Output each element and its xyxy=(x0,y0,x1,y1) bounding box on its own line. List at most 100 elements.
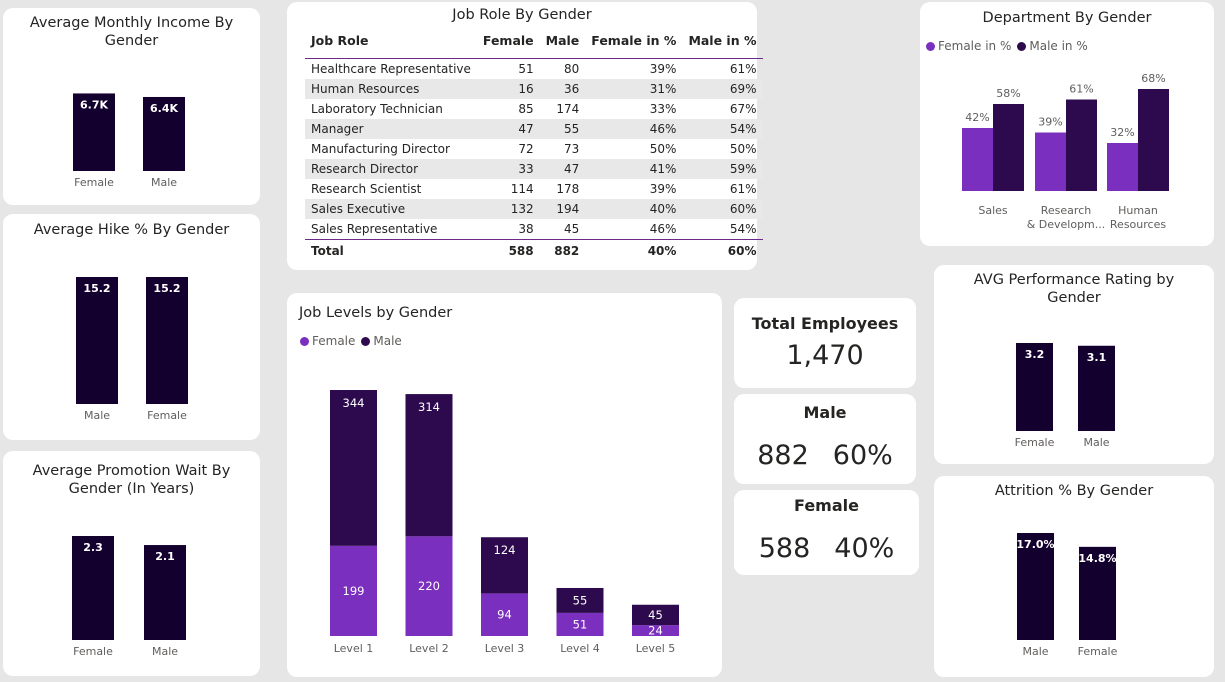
income-card: Average Monthly Income By Gender 6.7K Fem… xyxy=(3,8,260,205)
category-label: Female xyxy=(147,409,187,422)
col-female[interactable]: Female xyxy=(477,28,540,59)
category-label: Male xyxy=(1022,645,1048,658)
department-chart: 42% 58% Sales 39% 61% Research& Developm... 32… xyxy=(962,72,1169,231)
male-count: 882 xyxy=(757,440,809,471)
cell-male-pct: 61% xyxy=(729,182,757,196)
cell-male-pct: 54% xyxy=(729,222,757,236)
table-header-row: Job Role Female Male Female in % Male in… xyxy=(305,28,763,59)
total-female: 588 xyxy=(476,239,540,261)
cell-role: Human Resources xyxy=(305,79,477,99)
bar-male[interactable] xyxy=(1138,89,1169,191)
cell-male-pct: 61% xyxy=(682,58,763,79)
category-label: Female xyxy=(1078,645,1118,658)
performance-chart: 3.2 Female 3.1 Male xyxy=(1015,343,1115,449)
bar-male[interactable] xyxy=(1066,99,1097,192)
bar-female[interactable] xyxy=(962,128,993,191)
col-male[interactable]: Male xyxy=(540,28,586,59)
category-label: Female xyxy=(74,176,114,189)
category-label: Research xyxy=(1041,204,1091,217)
job-role-card: Job Role By Gender Job Role Female Male … xyxy=(287,2,763,270)
table-row[interactable]: Research Director 33 47 41% 59% xyxy=(305,159,763,179)
data-label: 14.8% xyxy=(1078,552,1116,565)
col-female-pct[interactable]: Female in % xyxy=(585,28,682,59)
cell-male-pct: 69% xyxy=(682,79,763,99)
table-row[interactable]: Sales Representative 38 45 46% 54% xyxy=(305,219,763,240)
data-label: 15.2 xyxy=(83,282,110,295)
cell-male-pct: 60% xyxy=(682,199,763,219)
male-kpi-card: Male 882 60% xyxy=(734,394,916,484)
data-label: 32% xyxy=(1110,126,1134,139)
category-label: Male xyxy=(84,409,110,422)
job-levels-card: Job Levels by Gender Female Male 199 344 Le… xyxy=(287,293,722,677)
cell-role: Manager xyxy=(305,119,477,139)
data-label: 6.4K xyxy=(150,102,178,115)
data-label: 2.3 xyxy=(83,541,103,554)
category-label: Level 3 xyxy=(485,642,525,655)
table-total-row: Total 588 882 40% 60% xyxy=(305,239,763,261)
data-label: 42% xyxy=(965,111,989,124)
category-label: Female xyxy=(1015,436,1055,449)
cell-male: 174 xyxy=(556,102,580,116)
job-levels-chart: 199 344 Level 1 220 314 Level 2 94 124 Level 3 51… xyxy=(330,390,679,655)
cell-female-pct: 41% xyxy=(585,159,683,179)
cell-male: 178 xyxy=(556,182,580,196)
data-label: 3.1 xyxy=(1087,351,1107,364)
bar-male[interactable] xyxy=(993,104,1024,191)
category-label: Level 2 xyxy=(409,642,449,655)
cell-male: 45 xyxy=(564,222,580,236)
bar-male[interactable] xyxy=(330,390,377,546)
table-row[interactable]: Healthcare Representative 51 80 39% 61% xyxy=(305,58,763,79)
data-label: 58% xyxy=(996,87,1020,100)
table-row[interactable]: Human Resources 16 36 31% 69% xyxy=(305,79,763,99)
cell-male-pct: 67% xyxy=(729,102,757,116)
category-label: Human xyxy=(1118,204,1158,217)
col-male-pct[interactable]: Male in % xyxy=(682,28,762,59)
cell-female: 47 xyxy=(476,119,540,139)
department-card: Department By Gender Female in % Male in … xyxy=(920,2,1214,246)
promotion-card: Average Promotion Wait By Gender (In Yea… xyxy=(3,451,260,676)
cell-female: 85 xyxy=(518,102,534,116)
table-row[interactable]: Research Scientist 114 178 39% 61% xyxy=(305,179,763,199)
data-label: 15.2 xyxy=(153,282,180,295)
bar-female[interactable] xyxy=(1107,143,1138,191)
col-job-role[interactable]: Job Role xyxy=(305,28,477,59)
category-label: Level 4 xyxy=(560,642,600,655)
bar[interactable] xyxy=(76,277,118,404)
data-label-male: 55 xyxy=(573,593,588,607)
category-label: Level 1 xyxy=(334,642,374,655)
total-male: 882 xyxy=(539,239,586,261)
female-pct: 40% xyxy=(834,533,895,564)
hike-card: Average Hike % By Gender 15.2 Male 15.2 Fem… xyxy=(3,214,260,440)
cell-female-pct: 46% xyxy=(649,222,677,236)
data-label-female: 51 xyxy=(573,617,588,631)
category-label: Resources xyxy=(1110,218,1166,231)
cell-role: Sales Executive xyxy=(305,199,477,219)
performance-card: AVG Performance Rating by Gender 3.2 Fema… xyxy=(934,265,1214,464)
table-row[interactable]: Manufacturing Director 72 73 50% 50% xyxy=(305,139,763,159)
cell-female: 132 xyxy=(476,199,540,219)
bar-male[interactable] xyxy=(405,394,453,537)
cell-male: 194 xyxy=(539,199,586,219)
total-employees-card: Total Employees 1,470 xyxy=(734,298,916,388)
female-kpi-values: 588 40% xyxy=(734,533,919,564)
total-male-pct: 60% xyxy=(682,239,763,261)
cell-male: 80 xyxy=(539,58,586,79)
female-kpi-card: Female 588 40% xyxy=(734,490,919,575)
cell-female-pct: 33% xyxy=(649,102,677,116)
category-label: Level 5 xyxy=(636,642,676,655)
bar[interactable] xyxy=(146,277,188,404)
male-kpi-title: Male xyxy=(803,403,847,422)
cell-female: 51 xyxy=(476,58,540,79)
table-row[interactable]: Sales Executive 132 194 40% 60% xyxy=(305,199,763,219)
job-role-table: Job Role Female Male Female in % Male in… xyxy=(305,28,763,261)
total-female-pct: 40% xyxy=(585,239,683,261)
table-row[interactable]: Manager 47 55 46% 54% xyxy=(305,119,763,139)
category-label: Female xyxy=(73,645,113,658)
cell-male-pct: 54% xyxy=(682,119,763,139)
bar-female[interactable] xyxy=(1035,132,1066,192)
table-row[interactable]: Laboratory Technician 85 174 33% 67% xyxy=(305,99,763,119)
data-label-female: 94 xyxy=(497,608,512,622)
cell-role: Healthcare Representative xyxy=(305,58,477,79)
cell-female: 114 xyxy=(510,182,534,196)
data-label-male: 45 xyxy=(648,608,663,622)
